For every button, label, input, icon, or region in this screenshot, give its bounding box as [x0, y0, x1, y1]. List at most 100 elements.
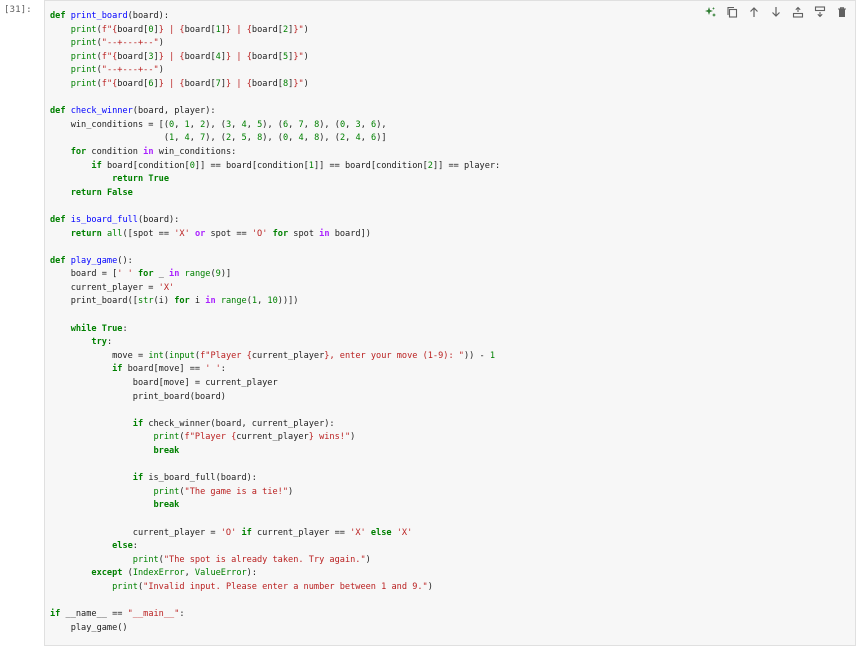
code-token: if: [132, 418, 144, 429]
code-token: (: [122, 568, 133, 579]
code-token: 'X': [350, 527, 366, 538]
code-token: ), (: [205, 133, 226, 144]
code-token: ]] == player:: [432, 160, 501, 171]
code-token: print: [70, 24, 97, 35]
code-line: win_conditions = [(0, 1, 2), (3, 4, 5), …: [50, 119, 500, 133]
code-token: ,: [288, 133, 299, 144]
code-token: in: [205, 296, 216, 307]
code-token: is_board_full(board):: [143, 473, 257, 484]
code-token: move =: [50, 350, 149, 361]
code-line: board[move] = current_player: [50, 377, 500, 391]
code-token: ): [288, 486, 294, 497]
code-token: for: [272, 228, 289, 239]
code-token: break: [153, 500, 180, 511]
code-line: else:: [50, 540, 500, 554]
code-line: return True: [50, 173, 500, 187]
code-token: ): [303, 78, 309, 89]
code-token: current_player =: [50, 527, 221, 538]
code-token: print: [153, 486, 180, 497]
move-up-button[interactable]: [746, 4, 762, 20]
code-line: print(f"{board[0]} | {board[1]} | {board…: [50, 24, 500, 38]
code-token: 'O': [220, 527, 237, 538]
code-token: except: [91, 568, 123, 579]
code-token: } | {: [158, 78, 185, 89]
code-token: ):: [246, 568, 258, 579]
delete-cell-button[interactable]: [834, 4, 850, 20]
code-token: play_game: [70, 255, 118, 266]
code-token: :: [220, 364, 226, 375]
code-token: } | {: [226, 24, 252, 35]
code-token: (i): [153, 296, 175, 307]
code-token: return: [70, 228, 102, 239]
code-token: print: [70, 65, 97, 76]
code-token: __name__ ==: [60, 609, 128, 620]
code-token: input: [169, 350, 195, 361]
code-token: if: [112, 364, 123, 375]
code-token: ([spot ==: [122, 228, 175, 239]
code-line: print_board([str(i) for i in range(1, 10…: [50, 295, 500, 309]
arrow-up-icon: [750, 7, 758, 17]
code-token: current_player ==: [251, 527, 351, 538]
code-token: ,: [345, 119, 356, 130]
code-token: in: [169, 269, 180, 280]
code-token: "Invalid input. Please enter a number be…: [143, 581, 428, 592]
code-token: if: [91, 160, 102, 171]
code-token: "The game is a tie!": [184, 486, 289, 497]
code-token: print: [153, 432, 180, 443]
code-line: break: [50, 499, 500, 513]
code-token: board]): [329, 228, 371, 239]
code-token: return: [112, 174, 144, 185]
code-token: f"Player {: [200, 350, 252, 361]
code-token: }": [293, 24, 304, 35]
code-line: for condition in win_conditions:: [50, 146, 500, 160]
code-token: board[: [184, 24, 216, 35]
code-token: else: [370, 527, 392, 538]
code-token: board[condition[: [101, 160, 190, 171]
duplicate-cell-button[interactable]: [724, 4, 740, 20]
move-down-button[interactable]: [768, 4, 784, 20]
code-editor[interactable]: def print_board(board): print(f"{board[0…: [44, 0, 856, 646]
code-line: print("--+---+--"): [50, 37, 500, 51]
code-token: print: [70, 51, 97, 62]
code-line: if __name__ == "__main__":: [50, 608, 500, 622]
code-token: win_conditions:: [153, 146, 237, 157]
code-token: is_board_full: [70, 214, 138, 225]
code-token: return: [70, 187, 102, 198]
code-content[interactable]: def print_board(board): print(f"{board[0…: [50, 10, 500, 635]
code-line: if board[move] == ' ':: [50, 363, 500, 377]
code-token: def: [50, 106, 71, 117]
insert-below-button[interactable]: [812, 4, 828, 20]
insert-above-button[interactable]: [790, 4, 806, 20]
code-token: "--+---+--": [101, 65, 159, 76]
notebook-cell: [31]: def print_board(board): print(f"{b…: [0, 0, 862, 651]
code-token: ))]): [277, 296, 299, 307]
code-token: ): [158, 38, 164, 49]
code-token: (board):: [137, 214, 180, 225]
code-token: ), (: [319, 133, 340, 144]
code-token: current_player: [236, 432, 309, 443]
code-token: board[: [251, 51, 283, 62]
code-token: )]: [376, 133, 387, 144]
cell-toolbar: [702, 4, 850, 20]
code-line: print_board(board): [50, 391, 500, 405]
code-line: print(f"Player {current_player} wins!"): [50, 431, 500, 445]
ai-sparkle-button[interactable]: [702, 4, 718, 20]
code-token: f"{: [101, 51, 118, 62]
code-token: board[: [251, 78, 283, 89]
code-token: board[: [117, 78, 149, 89]
code-token: condition: [86, 146, 144, 157]
code-token: } | {: [226, 78, 252, 89]
code-token: ), (: [262, 133, 283, 144]
sparkle-icon: [705, 7, 716, 17]
code-token: True: [148, 174, 170, 185]
